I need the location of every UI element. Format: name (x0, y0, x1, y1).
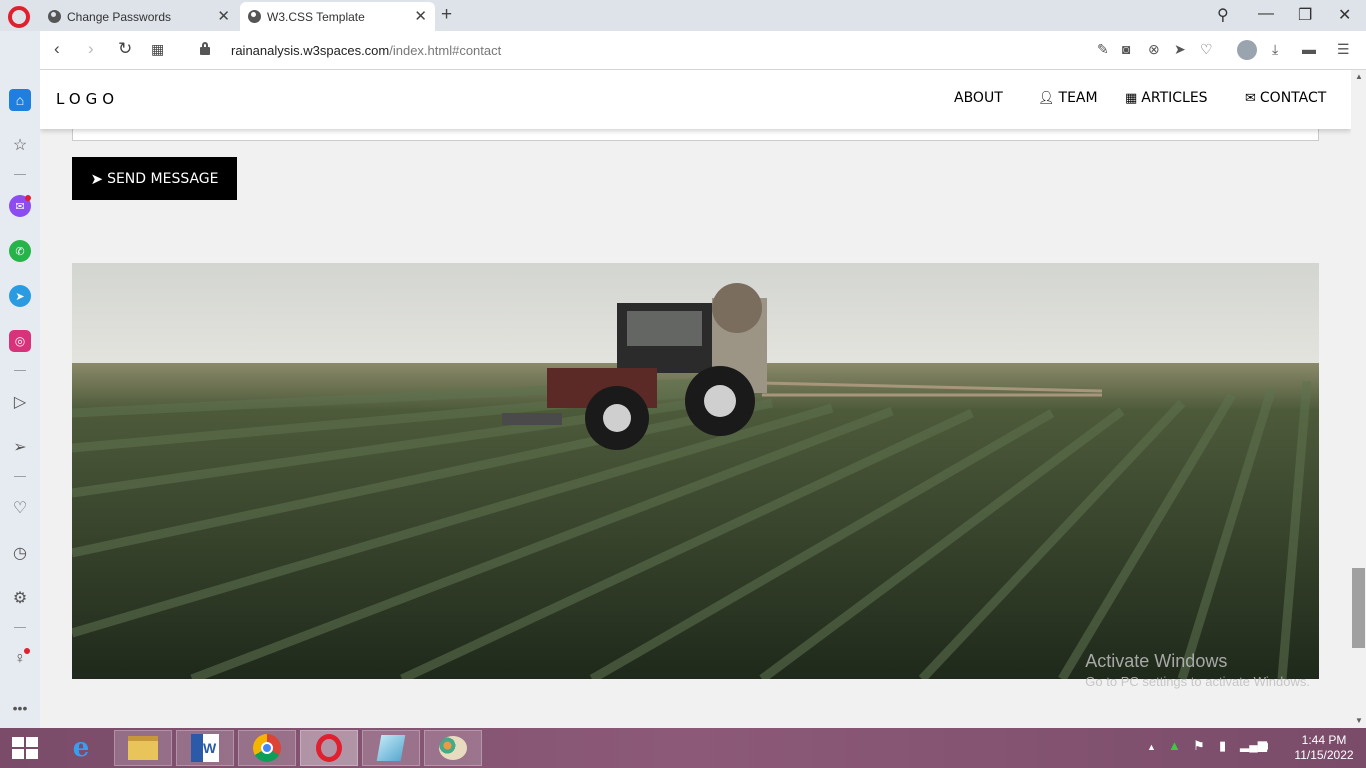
more-icon[interactable]: ••• (9, 697, 31, 719)
user-icon: 👤︎ (1038, 90, 1055, 106)
close-tab-icon[interactable]: ✕ (414, 7, 427, 25)
scroll-up-arrow[interactable]: ▲ (1355, 72, 1363, 81)
globe-icon (248, 10, 261, 23)
block-icon[interactable]: ⊗ (1148, 41, 1160, 58)
word-icon[interactable]: W (176, 730, 234, 766)
restore-icon[interactable]: ❐ (1298, 5, 1312, 25)
minimize-icon[interactable]: — (1258, 5, 1274, 23)
home-icon[interactable]: ⌂ (9, 89, 31, 111)
url-field[interactable]: rainanalysis.w3spaces.com/index.html#con… (231, 43, 501, 58)
web-page: LOGO ABOUT 👤︎ TEAM ▦ ARTICLES ✉ CONTACT … (40, 70, 1351, 728)
lock-icon[interactable] (200, 42, 210, 55)
flag-icon[interactable]: ⚑ (1193, 738, 1205, 754)
activate-windows-watermark: Activate Windows Go to PC settings to ac… (1085, 651, 1310, 689)
forward-icon[interactable]: › (88, 39, 94, 59)
whatsapp-icon[interactable]: ✆ (9, 240, 31, 262)
back-icon[interactable]: ‹ (54, 39, 60, 59)
reload-icon[interactable]: ↻ (118, 39, 132, 59)
address-bar: ‹ › ↻ ▦ rainanalysis.w3spaces.com/index.… (40, 31, 1366, 70)
send-message-button[interactable]: ➤ SEND MESSAGE (72, 157, 237, 200)
page-scrollbar[interactable]: ▲ ▼ (1351, 70, 1366, 728)
internet-explorer-icon[interactable]: e (52, 730, 110, 766)
instagram-icon[interactable]: ◎ (9, 330, 31, 352)
scroll-down-arrow[interactable]: ▼ (1355, 716, 1363, 725)
download-icon[interactable]: ⤓ (1272, 41, 1278, 58)
heart-icon[interactable]: ♡ (1200, 41, 1213, 58)
scroll-thumb[interactable] (1352, 568, 1365, 648)
star-icon[interactable]: ☆ (9, 134, 31, 156)
network-status-icon[interactable]: ▲ (1168, 738, 1181, 753)
edit-icon[interactable]: ✎ (1097, 41, 1109, 58)
battery-icon[interactable]: ▬ (1302, 41, 1316, 57)
close-window-icon[interactable]: ✕ (1338, 5, 1351, 25)
tab-change-passwords[interactable]: Change Passwords ✕ (40, 2, 238, 31)
tabs-grid-icon[interactable]: ▦ (151, 41, 164, 58)
site-navbar: LOGO ABOUT 👤︎ TEAM ▦ ARTICLES ✉ CONTACT (40, 70, 1351, 129)
new-tab-icon[interactable]: + (441, 4, 452, 26)
windows-taskbar: e W ▲ ▲ ⚑ ▮ ▂▄▆ 🔈︎ 1:44 PM 11/15/2022 (0, 728, 1366, 768)
nav-about[interactable]: ABOUT (954, 90, 1003, 106)
start-button[interactable] (12, 737, 39, 759)
paper-plane-icon: ➤ (90, 169, 104, 188)
tab-strip: Change Passwords ✕ W3.CSS Template ✕ + ⚲… (0, 0, 1366, 31)
farm-photo (72, 263, 1319, 679)
nav-contact[interactable]: ✉ CONTACT (1245, 90, 1326, 106)
system-clock[interactable]: 1:44 PM 11/15/2022 (1292, 733, 1356, 763)
heart-icon[interactable]: ♡ (9, 497, 31, 519)
grid-icon: ▦ (1125, 90, 1138, 106)
site-logo[interactable]: LOGO (56, 90, 119, 108)
tab-title: Change Passwords (67, 9, 172, 24)
show-hidden-icons[interactable]: ▲ (1147, 742, 1156, 752)
opera-menu-icon[interactable] (8, 6, 30, 28)
opera-icon[interactable] (300, 730, 358, 766)
profile-avatar[interactable] (1237, 40, 1257, 60)
battery-icon[interactable]: ▮ (1219, 738, 1226, 754)
chrome-icon[interactable] (238, 730, 296, 766)
easy-setup-icon[interactable]: ☰ (1337, 41, 1350, 58)
tab-title: W3.CSS Template (267, 9, 365, 24)
nav-articles[interactable]: ▦ ARTICLES (1125, 90, 1208, 106)
app-icon[interactable] (362, 730, 420, 766)
telegram-icon[interactable]: ➤ (9, 285, 31, 307)
settings-icon[interactable]: ⚙ (9, 587, 31, 609)
search-tabs-icon[interactable]: ⚲ (1217, 5, 1229, 25)
close-tab-icon[interactable]: ✕ (217, 7, 230, 25)
player-icon[interactable]: ▷ (9, 391, 31, 413)
tractor-field-image (72, 263, 1319, 679)
nav-team[interactable]: 👤︎ TEAM (1038, 90, 1098, 106)
paint-icon[interactable] (424, 730, 482, 766)
wifi-icon[interactable]: ▂▄▆ (1240, 738, 1267, 752)
globe-icon (48, 10, 61, 23)
envelope-icon: ✉ (1245, 90, 1256, 106)
camera-icon[interactable]: ◙ (1122, 41, 1130, 57)
volume-icon[interactable]: 🔈︎ (1264, 738, 1272, 754)
tab-w3css-template[interactable]: W3.CSS Template ✕ (240, 2, 435, 31)
history-icon[interactable]: ◷ (9, 542, 31, 564)
flow-icon[interactable]: ➢ (9, 436, 31, 458)
send-icon[interactable]: ➤ (1174, 41, 1186, 58)
opera-sidebar: ⌂ ☆ ✉ ✆ ➤ ◎ ▷ ➢ ♡ ◷ ⚙ ♀ ••• (0, 31, 40, 728)
file-explorer-icon[interactable] (114, 730, 172, 766)
